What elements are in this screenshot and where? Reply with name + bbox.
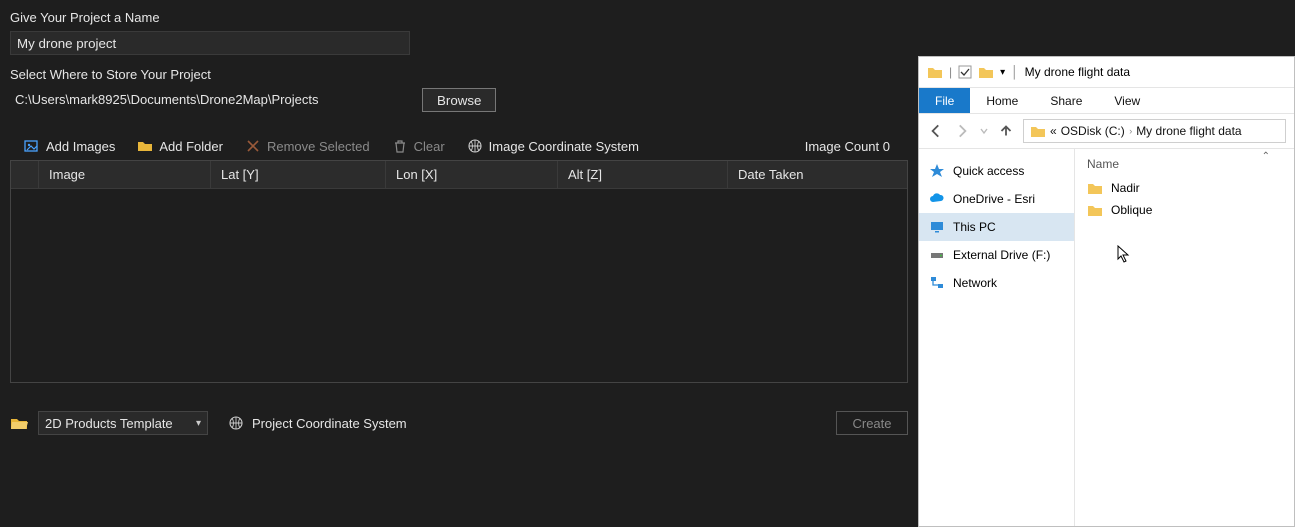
cloud-icon	[929, 191, 945, 207]
star-icon	[929, 163, 945, 179]
nav-external-drive[interactable]: External Drive (F:)	[919, 241, 1074, 269]
project-path-display[interactable]: C:\Users\mark8925\Documents\Drone2Map\Pr…	[10, 88, 410, 112]
col-lon[interactable]: Lon [X]	[386, 161, 558, 188]
mouse-cursor-icon	[1117, 245, 1131, 263]
monitor-icon	[929, 219, 945, 235]
remove-x-icon	[245, 138, 261, 154]
folder-item[interactable]: Nadir	[1075, 177, 1294, 199]
ribbon-tab-home[interactable]: Home	[970, 88, 1034, 113]
nav-quick-access[interactable]: Quick access	[919, 157, 1074, 185]
template-select-value: 2D Products Template	[45, 416, 173, 431]
image-count: Image Count 0	[805, 139, 894, 154]
image-coord-system-button[interactable]: Image Coordinate System	[467, 138, 639, 154]
explorer-content[interactable]: ⌃ Name Nadir Oblique	[1075, 149, 1294, 526]
chevron-down-icon[interactable]: ▾	[1000, 67, 1005, 78]
folder-icon	[1087, 181, 1103, 195]
browse-button[interactable]: Browse	[422, 88, 496, 112]
folder-icon	[927, 65, 943, 79]
trash-icon	[392, 138, 408, 154]
add-folder-button[interactable]: Add Folder	[137, 138, 223, 154]
breadcrumb-seg[interactable]: My drone flight data	[1136, 124, 1241, 138]
file-explorer-window: | ▾ │ My drone flight data File Home Sha…	[918, 56, 1295, 527]
project-name-input[interactable]	[10, 31, 410, 55]
col-lat[interactable]: Lat [Y]	[211, 161, 386, 188]
explorer-titlebar[interactable]: | ▾ │ My drone flight data	[919, 57, 1294, 87]
project-coord-system-button[interactable]: Project Coordinate System	[228, 415, 407, 431]
create-button[interactable]: Create	[836, 411, 908, 435]
col-alt[interactable]: Alt [Z]	[558, 161, 728, 188]
breadcrumb[interactable]: « OSDisk (C:) › My drone flight data	[1023, 119, 1286, 143]
remove-selected-label: Remove Selected	[267, 139, 370, 154]
explorer-nav-pane: Quick access OneDrive - Esri This PC Ext…	[919, 149, 1075, 526]
explorer-navbar: « OSDisk (C:) › My drone flight data	[919, 113, 1294, 149]
col-image[interactable]: Image	[39, 161, 211, 188]
nav-back-icon[interactable]	[927, 122, 945, 140]
breadcrumb-overflow[interactable]: «	[1050, 124, 1057, 138]
folder-item[interactable]: Oblique	[1075, 199, 1294, 221]
project-coord-system-label: Project Coordinate System	[252, 416, 407, 431]
folder-icon	[978, 65, 994, 79]
network-icon	[929, 275, 945, 291]
folder-item-label: Oblique	[1111, 203, 1152, 217]
nav-forward-icon[interactable]	[953, 122, 971, 140]
project-name-label: Give Your Project a Name	[10, 10, 908, 25]
nav-recent-chevron-icon[interactable]	[979, 122, 989, 140]
drone2map-new-project-panel: Give Your Project a Name Select Where to…	[0, 0, 918, 527]
collapse-caret-icon[interactable]: ⌃	[1262, 151, 1270, 162]
col-date[interactable]: Date Taken	[728, 161, 907, 188]
breadcrumb-seg[interactable]: OSDisk (C:) ›	[1061, 124, 1133, 138]
image-table-header: Image Lat [Y] Lon [X] Alt [Z] Date Taken	[11, 161, 907, 189]
picture-add-icon	[24, 138, 40, 154]
pipe-separator: │	[1011, 65, 1019, 79]
footer-bar: 2D Products Template ▾ Project Coordinat…	[10, 411, 908, 435]
folder-item-label: Nadir	[1111, 181, 1140, 195]
globe-icon	[228, 415, 244, 431]
image-table[interactable]: Image Lat [Y] Lon [X] Alt [Z] Date Taken	[10, 160, 908, 383]
image-toolbar: Add Images Add Folder Remove Selected Cl…	[10, 132, 908, 160]
add-images-label: Add Images	[46, 139, 115, 154]
chevron-down-icon: ▾	[196, 418, 201, 429]
image-coord-system-label: Image Coordinate System	[489, 139, 639, 154]
folder-open-icon[interactable]	[10, 416, 28, 430]
nav-this-pc[interactable]: This PC	[919, 213, 1074, 241]
store-where-label: Select Where to Store Your Project	[10, 67, 908, 82]
clear-button[interactable]: Clear	[392, 138, 445, 154]
ribbon-tab-file[interactable]: File	[919, 88, 970, 113]
nav-onedrive[interactable]: OneDrive - Esri	[919, 185, 1074, 213]
remove-selected-button[interactable]: Remove Selected	[245, 138, 370, 154]
folder-icon	[1087, 203, 1103, 217]
ribbon-tab-view[interactable]: View	[1098, 88, 1156, 113]
nav-network[interactable]: Network	[919, 269, 1074, 297]
clear-label: Clear	[414, 139, 445, 154]
checkbox-icon	[958, 65, 972, 79]
add-folder-label: Add Folder	[159, 139, 223, 154]
explorer-ribbon: File Home Share View	[919, 87, 1294, 113]
window-title: My drone flight data	[1025, 65, 1130, 79]
drive-icon	[929, 247, 945, 263]
template-select[interactable]: 2D Products Template ▾	[38, 411, 208, 435]
folder-icon	[1030, 124, 1046, 138]
add-images-button[interactable]: Add Images	[24, 138, 115, 154]
ribbon-tab-share[interactable]: Share	[1034, 88, 1098, 113]
nav-up-icon[interactable]	[997, 122, 1015, 140]
folder-add-icon	[137, 138, 153, 154]
globe-icon	[467, 138, 483, 154]
